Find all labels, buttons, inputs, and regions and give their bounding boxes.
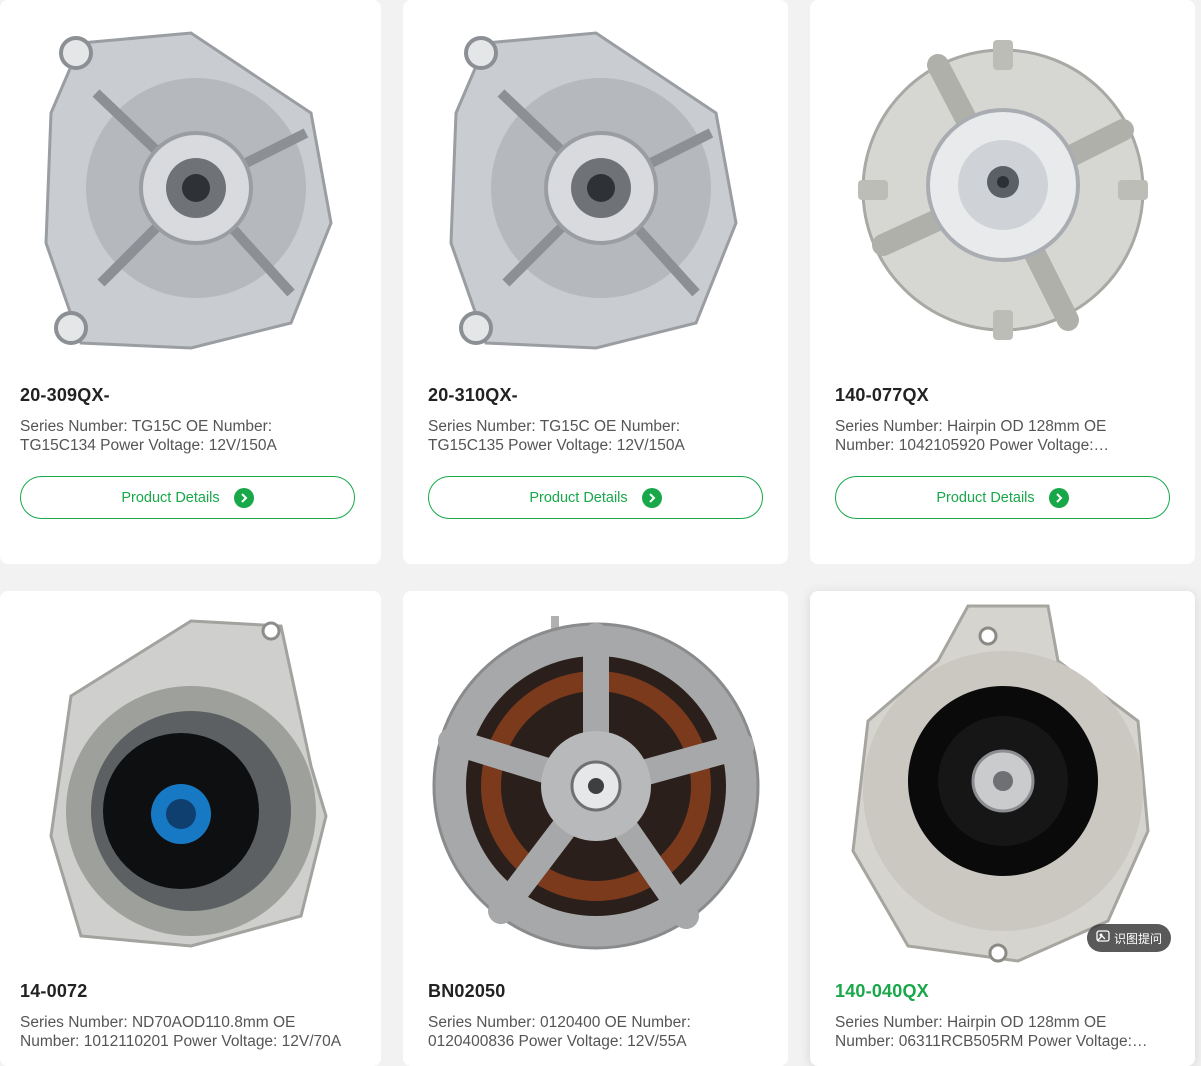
- product-card[interactable]: 20-309QX- Series Number: TG15C OE Number…: [0, 0, 381, 564]
- button-label: Product Details: [529, 489, 628, 506]
- product-description: Series Number: ND70AOD110.8mm OE Number:…: [20, 1014, 342, 1050]
- image-search-badge[interactable]: 识图提问: [1087, 924, 1171, 952]
- product-title[interactable]: 20-310QX-: [428, 385, 518, 406]
- button-label: Product Details: [121, 489, 220, 506]
- product-description: Series Number: Hairpin OD 128mm OE Numbe…: [835, 1014, 1132, 1050]
- alternator-icon: [448, 30, 738, 350]
- product-description: Series Number: 0120400 OE Number: 012040…: [428, 1014, 691, 1050]
- product-description: Series Number: TG15C OE Number: TG15C135…: [428, 418, 685, 454]
- image-search-label: 识图提问: [1113, 931, 1162, 946]
- product-card[interactable]: 14-0072 Series Number: ND70AOD110.8mm OE…: [0, 591, 381, 1066]
- product-card[interactable]: 140-077QX Series Number: Hairpin OD 128m…: [810, 0, 1195, 564]
- product-image[interactable]: [810, 601, 1195, 966]
- product-title[interactable]: BN02050: [428, 981, 505, 1002]
- product-details-button[interactable]: Product Details: [835, 476, 1170, 519]
- product-details-button[interactable]: Product Details: [428, 476, 763, 519]
- product-details-button[interactable]: Product Details: [20, 476, 355, 519]
- arrow-right-icon: [1048, 487, 1069, 508]
- product-title[interactable]: 140-040QX: [835, 981, 929, 1002]
- button-label: Product Details: [936, 489, 1035, 506]
- product-description: Series Number: Hairpin OD 128mm OE Numbe…: [835, 418, 1107, 454]
- arrow-right-icon: [233, 487, 254, 508]
- alternator-icon: [432, 616, 759, 950]
- image-search-icon: [1096, 930, 1110, 946]
- product-image[interactable]: [0, 616, 381, 951]
- product-image[interactable]: [403, 616, 788, 951]
- product-title[interactable]: 20-309QX-: [20, 385, 110, 406]
- alternator-icon: [850, 604, 1150, 963]
- product-card[interactable]: 20-310QX- Series Number: TG15C OE Number…: [403, 0, 788, 564]
- product-title[interactable]: 14-0072: [20, 981, 87, 1002]
- alternator-icon: [857, 40, 1148, 340]
- product-card[interactable]: BN02050 Series Number: 0120400 OE Number…: [403, 591, 788, 1066]
- product-title[interactable]: 140-077QX: [835, 385, 929, 406]
- alternator-icon: [43, 30, 333, 350]
- alternator-icon: [48, 619, 328, 948]
- product-image[interactable]: [0, 20, 381, 355]
- product-image[interactable]: [403, 20, 788, 355]
- product-image[interactable]: [810, 20, 1195, 355]
- arrow-right-icon: [641, 487, 662, 508]
- product-card[interactable]: 140-040QX Series Number: Hairpin OD 128m…: [810, 591, 1195, 1066]
- product-description: Series Number: TG15C OE Number: TG15C134…: [20, 418, 277, 454]
